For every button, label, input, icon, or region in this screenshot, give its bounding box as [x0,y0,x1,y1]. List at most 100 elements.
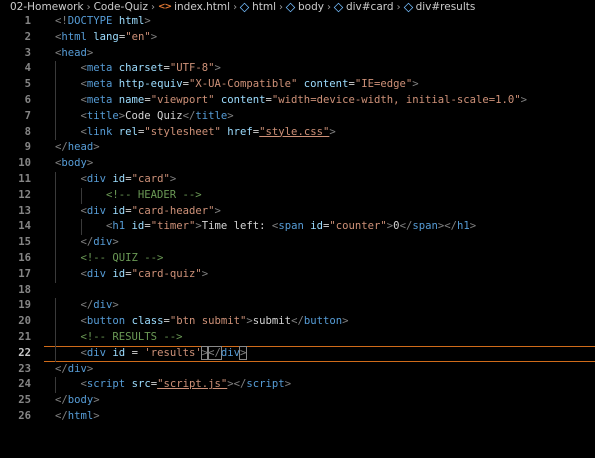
line-number: 7 [24,109,31,122]
code-line[interactable]: 3 <head> [0,46,595,62]
code-line[interactable]: 1 <!DOCTYPE html> [0,14,595,30]
code-token: meta [86,78,113,91]
code-token: > [227,109,234,122]
code-line[interactable]: 17 <div id="card-quiz"> [0,266,595,283]
code-line[interactable]: 19 </div> [0,298,595,315]
code-line[interactable]: 15 </div> [0,235,595,251]
code-line[interactable]: 18 [0,283,595,299]
code-text: <!DOCTYPE html> [55,14,151,30]
code-token: script [86,378,126,391]
code-token: <! [55,15,68,27]
breadcrumb-item-symbol-results[interactable]: div#results [403,1,475,13]
code-line[interactable]: 24 <script src="script.js"></script> [0,377,595,394]
code-line[interactable]: 10 <body> [0,156,595,172]
code-token: div [86,346,107,359]
code-token: "style.css" [259,125,330,138]
code-token: h1 [112,220,126,233]
breadcrumb-item-folder[interactable]: Code-Quiz [94,1,148,13]
line-number: 14 [18,220,31,233]
line-number: 6 [24,93,31,106]
code-token: id [112,346,126,359]
indent-guide [55,187,56,204]
code-text: <div id="card-header"> [81,204,221,220]
indent-guide [55,250,56,267]
code-text: <button class="btn submit">submit</butto… [81,314,349,330]
line-number: 17 [18,267,31,280]
line-number: 11 [18,172,31,185]
code-line[interactable]: 16 <!-- QUIZ --> [0,250,595,267]
code-line[interactable]: 8 <link rel="stylesheet" href="style.css"… [0,124,595,141]
line-number: 1 [24,15,31,27]
code-line[interactable]: 26 </html> [0,409,595,425]
code-token: > [284,378,292,391]
code-token: submit [252,315,292,328]
line-number: 4 [24,62,31,75]
code-token: div [220,346,241,359]
code-token: div [86,267,107,280]
code-token: > [93,141,100,154]
indent-guide [80,187,82,204]
breadcrumb-item-folder-root[interactable]: 02-Homework [10,1,84,13]
code-token: ></ [227,378,247,391]
code-token: "btn submit" [169,315,247,328]
code-line[interactable]: 20 <button class="btn submit">submit</but… [0,314,595,330]
code-token: > [329,125,336,138]
code-token: title [195,109,228,122]
code-line[interactable]: 21 <!-- RESULTS --> [0,329,595,346]
code-token: 'results' [144,346,202,359]
code-line[interactable]: 5 <meta http-equiv="X-UA-Compatible" cont… [0,77,595,93]
code-token: </ [182,109,196,122]
breadcrumb: 02-Homework › Code-Quiz › <> index.html ›… [0,0,595,14]
code-token: div [86,172,107,185]
code-token: id [131,220,145,233]
code-line[interactable]: 9 </head> [0,140,595,156]
code-token: id [112,204,126,217]
code-token: > [214,204,221,217]
code-token: <!-- RESULTS --> [80,330,183,343]
code-token: html [61,30,87,43]
indent-guide [55,203,56,220]
code-token: content [303,78,349,91]
code-line[interactable]: 12 <!-- HEADER --> [0,187,595,204]
line-number: 15 [18,236,31,249]
indent-guide [55,77,56,93]
code-line[interactable]: 14 <h1 id="timer">Time left: <span id="co… [0,219,595,236]
chevron-right-icon: › [326,1,331,13]
code-token: > [86,46,94,59]
chevron-right-icon: › [233,1,238,13]
line-number: 5 [24,78,31,91]
code-token: link [86,125,113,138]
code-line[interactable]: 25 </body> [0,393,595,409]
code-line[interactable]: 13 <div id="card-header"> [0,203,595,220]
code-token: src [131,378,151,391]
code-token: content [220,93,266,106]
code-text: <!-- RESULTS --> [81,330,183,346]
code-token: "UTF-8" [169,62,215,75]
code-token: > [112,236,119,249]
code-line[interactable]: 7 <title>Code Quiz</title> [0,108,595,125]
code-line[interactable]: 6 <meta name="viewport" content="width=de… [0,92,595,109]
code-token: div [93,236,113,249]
code-token: span [278,220,304,233]
code-line[interactable]: 22 <div id = 'results'></div> [0,345,595,362]
code-text: <!-- QUIZ --> [81,251,164,267]
code-line[interactable]: 4 <meta charset="UTF-8"> [0,61,595,78]
code-editor[interactable]: 1 <!DOCTYPE html> 2 <html lang="en"> 3 <head>… [0,14,595,425]
code-token: > [112,299,119,312]
line-number: 8 [24,125,31,138]
code-text: <title>Code Quiz</title> [81,109,234,125]
code-token: > [520,93,528,106]
breadcrumb-item-symbol-body[interactable]: body [285,1,324,13]
code-token: div [67,362,87,375]
code-token: head [61,46,87,59]
code-token: </ [80,299,94,312]
breadcrumb-item-file[interactable]: <> index.html [158,1,230,13]
breadcrumb-item-symbol-card[interactable]: div#card [333,1,394,13]
indent-guide [55,329,56,346]
code-token: "card" [131,172,170,185]
code-line[interactable]: 2 <html lang="en"> [0,30,595,46]
breadcrumb-item-symbol-html[interactable]: html [239,1,276,13]
code-line[interactable]: 23 </div> [0,362,595,378]
code-line[interactable]: 11 <div id="card"> [0,171,595,188]
code-token: "en" [125,30,151,43]
